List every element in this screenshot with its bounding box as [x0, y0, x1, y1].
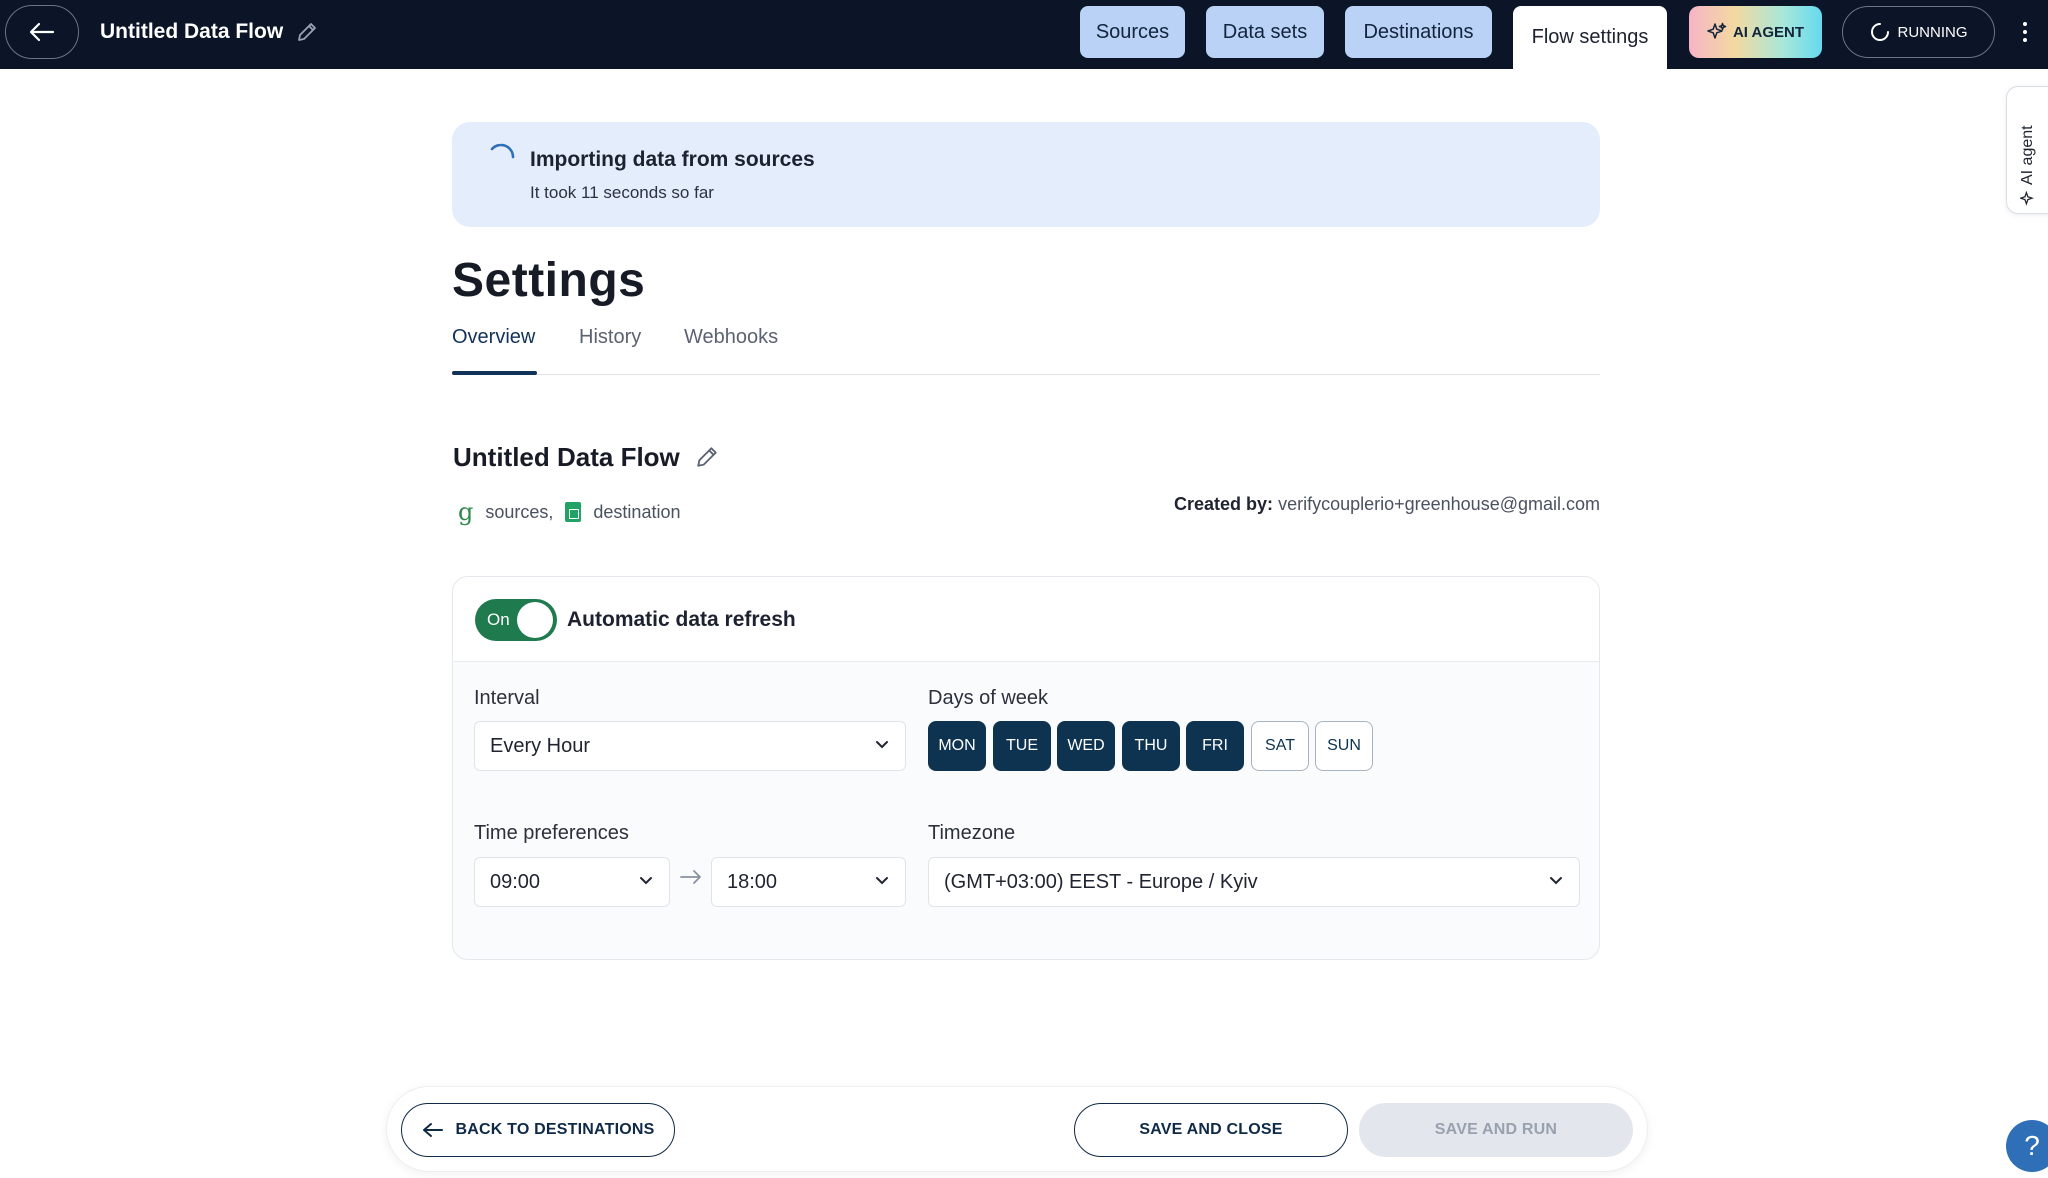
tab-flow-settings[interactable]: Flow settings — [1513, 6, 1667, 69]
sparkle-icon — [1707, 22, 1727, 39]
spinner-icon — [1870, 23, 1889, 41]
flow-title: Untitled Data Flow — [100, 20, 284, 43]
back-to-destinations-button[interactable]: BACK TO DESTINATIONS — [401, 1103, 675, 1157]
timezone-label: Timezone — [928, 822, 1016, 844]
flow-connections: g sources, destination — [458, 500, 680, 524]
interval-select[interactable]: Every Hour — [474, 721, 906, 771]
interval-label: Interval — [474, 687, 540, 709]
time-from-select[interactable]: 09:00 — [474, 857, 670, 907]
interval-value: Every Hour — [490, 734, 591, 757]
back-to-destinations-label: BACK TO DESTINATIONS — [455, 1121, 655, 1138]
timezone-value: (GMT+03:00) EEST - Europe / Kyiv — [944, 870, 1258, 893]
day-wed[interactable]: WED — [1057, 721, 1115, 771]
save-and-close-button[interactable]: SAVE AND CLOSE — [1074, 1103, 1348, 1157]
timezone-select[interactable]: (GMT+03:00) EEST - Europe / Kyiv — [928, 857, 1580, 907]
loading-spinner-icon — [490, 143, 515, 159]
arrow-left-icon — [422, 1123, 443, 1137]
bottom-action-bar: BACK TO DESTINATIONS SAVE AND CLOSE SAVE… — [386, 1086, 1648, 1172]
time-to-select[interactable]: 18:00 — [711, 857, 906, 907]
refresh-toggle[interactable]: On — [475, 599, 557, 641]
active-tab-indicator — [452, 371, 537, 375]
settings-tabs: Overview History Webhooks — [452, 316, 1600, 375]
ai-agent-side-label: AI agent — [2019, 125, 2036, 185]
time-preferences-label: Time preferences — [474, 822, 629, 844]
sources-text: sources, — [485, 501, 554, 522]
tab-destinations[interactable]: Destinations — [1345, 6, 1492, 58]
tab-overview[interactable]: Overview — [452, 326, 535, 349]
time-to-value: 18:00 — [727, 870, 778, 893]
chevron-down-icon — [876, 741, 888, 749]
tab-data-sets[interactable]: Data sets — [1206, 6, 1324, 58]
chevron-down-icon — [1550, 877, 1562, 885]
running-label: RUNNING — [1897, 23, 1968, 41]
running-status-button[interactable]: RUNNING — [1842, 6, 1995, 58]
day-sat[interactable]: SAT — [1251, 721, 1309, 771]
arrow-right-icon — [680, 870, 701, 884]
ai-agent-button[interactable]: AI AGENT — [1689, 6, 1822, 58]
flow-name: Untitled Data Flow — [453, 442, 680, 472]
top-bar: Untitled Data Flow Sources Data sets Des… — [0, 0, 2048, 69]
arrow-left-icon — [29, 22, 55, 42]
chevron-down-icon — [640, 877, 652, 885]
day-sun[interactable]: SUN — [1315, 721, 1373, 771]
day-fri[interactable]: FRI — [1186, 721, 1244, 771]
created-by: Created by: verifycouplerio+greenhouse@g… — [1174, 494, 1600, 515]
created-by-label: Created by: — [1174, 494, 1274, 514]
save-and-run-button[interactable]: SAVE AND RUN — [1359, 1103, 1633, 1157]
refresh-title: Automatic data refresh — [567, 608, 796, 631]
sparkle-icon — [2020, 191, 2034, 206]
tab-history[interactable]: History — [579, 326, 641, 349]
google-sheets-icon — [565, 502, 582, 522]
chevron-down-icon — [876, 877, 888, 885]
toggle-on-label: On — [487, 610, 510, 629]
edit-title-icon[interactable] — [296, 21, 318, 48]
back-button[interactable] — [5, 5, 79, 59]
created-by-email: verifycouplerio+greenhouse@gmail.com — [1278, 494, 1600, 514]
ai-agent-label: AI AGENT — [1732, 23, 1805, 41]
refresh-card-header: On Automatic data refresh — [453, 577, 1599, 662]
destination-text: destination — [593, 501, 681, 522]
automatic-refresh-card: On Automatic data refresh Interval Every… — [452, 576, 1600, 960]
banner-title: Importing data from sources — [530, 148, 815, 171]
days-of-week-label: Days of week — [928, 687, 1049, 709]
day-tue[interactable]: TUE — [993, 721, 1051, 771]
toggle-knob — [517, 602, 553, 638]
edit-flow-name-icon[interactable] — [695, 445, 719, 474]
tab-webhooks[interactable]: Webhooks — [684, 326, 778, 349]
page-title: Settings — [452, 254, 646, 307]
ai-agent-side-tab[interactable]: AI agent — [2006, 86, 2048, 214]
day-thu[interactable]: THU — [1122, 721, 1180, 771]
banner-subtitle: It took 11 seconds so far — [530, 183, 714, 202]
day-mon[interactable]: MON — [928, 721, 986, 771]
tab-sources[interactable]: Sources — [1080, 6, 1185, 58]
more-options-icon[interactable] — [2014, 16, 2036, 48]
time-from-value: 09:00 — [490, 870, 541, 893]
help-button[interactable]: ? — [2006, 1120, 2048, 1172]
greenhouse-icon: g — [458, 498, 474, 526]
import-progress-banner: Importing data from sources It took 11 s… — [452, 122, 1600, 227]
